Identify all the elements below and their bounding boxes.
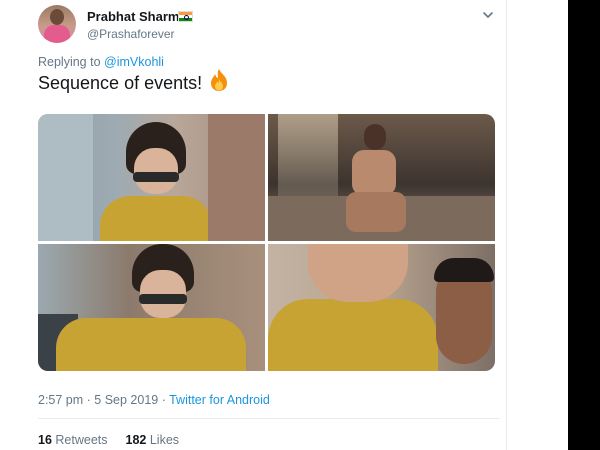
likes-count: 182 [125, 433, 147, 447]
media-grid [38, 114, 495, 371]
replying-to-label: Replying to [38, 55, 101, 69]
column-divider [506, 0, 507, 450]
photo-man-hair [434, 258, 494, 282]
tweet-meta: 2:57 pm · 5 Sep 2019 · Twitter for Andro… [38, 393, 270, 407]
retweets-label: Retweets [55, 433, 108, 447]
photo-man-legs [346, 192, 406, 232]
photo-yellow-top [56, 318, 246, 371]
photo-man-shirtless-on-rock[interactable] [268, 114, 495, 241]
tweet-card: Prabhat Sharma @Prashaforever Replying t… [0, 0, 568, 450]
photo-window [38, 114, 93, 241]
photo-face [134, 148, 178, 194]
photo-yellow-top [100, 196, 212, 241]
tweet-stats: 16 Retweets 182 Likes [38, 433, 179, 447]
avatar-body-shape [44, 25, 70, 43]
photo-person-behind [208, 114, 265, 241]
india-flag-icon [178, 11, 193, 22]
divider-line [38, 418, 500, 419]
retweets-stat[interactable]: 16 Retweets [38, 433, 108, 447]
chevron-down-icon[interactable] [481, 8, 495, 22]
photo-man-torso [352, 150, 396, 196]
avatar[interactable] [38, 5, 76, 43]
tweet-timestamp[interactable]: 2:57 pm · 5 Sep 2019 · [38, 393, 169, 407]
photo-yellow-shoulder [268, 299, 438, 371]
likes-label: Likes [149, 433, 180, 447]
flag-chakra [184, 15, 189, 20]
photo-laughing-face [308, 244, 408, 302]
photo-sunglasses [139, 294, 187, 304]
tweet-source-link[interactable]: Twitter for Android [169, 393, 270, 407]
photo-woman-sunglasses[interactable] [38, 114, 265, 241]
replying-to-line: Replying to @imVkohli [38, 55, 164, 69]
screenshot-frame: Prabhat Sharma @Prashaforever Replying t… [0, 0, 600, 450]
avatar-head-shape [50, 9, 64, 25]
author-handle[interactable]: @Prashaforever [87, 27, 175, 41]
fire-emoji-icon [211, 69, 227, 91]
photo-sunglasses [133, 172, 179, 182]
author-name[interactable]: Prabhat Sharma [87, 9, 187, 24]
photo-woman-sunglasses-pointing[interactable] [38, 244, 265, 371]
photo-laughing-closeup[interactable] [268, 244, 495, 371]
retweets-count: 16 [38, 433, 52, 447]
photo-man-head [364, 124, 386, 150]
tweet-text: Sequence of events! [38, 73, 203, 93]
likes-stat[interactable]: 182 Likes [126, 433, 180, 447]
reply-mention-link[interactable]: @imVkohli [104, 55, 164, 69]
